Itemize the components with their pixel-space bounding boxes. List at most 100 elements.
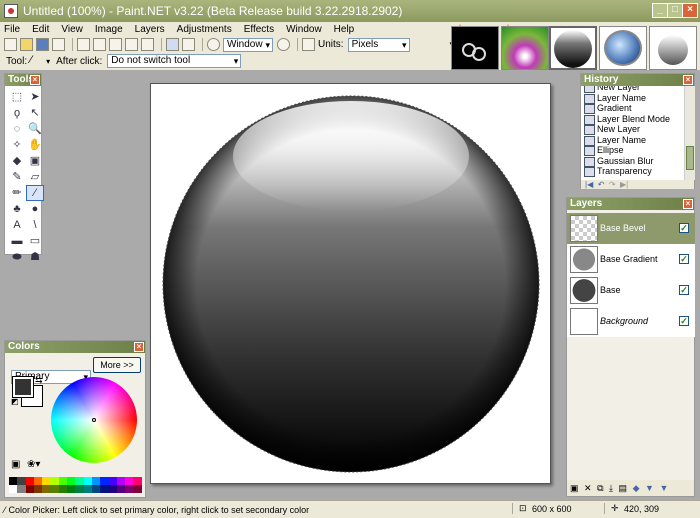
palette-swatch[interactable] — [9, 485, 18, 493]
reset-colors-icon[interactable]: ◩ — [11, 397, 19, 406]
move-layer-up-icon[interactable]: ◆ — [633, 483, 640, 493]
palette-swatch[interactable] — [116, 485, 126, 493]
maximize-button[interactable]: □ — [667, 3, 683, 18]
palette-swatch[interactable] — [100, 477, 109, 485]
thumbnail-rings[interactable] — [451, 26, 499, 70]
add-layer-icon[interactable]: ▣ — [570, 483, 579, 493]
text-tool[interactable]: A — [9, 218, 25, 232]
lasso-select-tool[interactable]: ϙ — [9, 106, 25, 120]
fast-forward-icon[interactable]: ▶| — [620, 180, 628, 189]
more-colors-button[interactable]: More >> — [93, 357, 141, 373]
line-tool[interactable]: \ — [27, 218, 43, 232]
layer-row[interactable]: Background ✓ — [567, 306, 695, 337]
magic-wand-tool[interactable]: ✧ — [9, 138, 25, 152]
thumbnail-burst[interactable] — [501, 26, 549, 70]
palette-swatch[interactable] — [91, 485, 101, 493]
history-item[interactable]: New Layer — [581, 124, 683, 135]
layer-visibility-checkbox[interactable]: ✓ — [679, 285, 689, 295]
palette-swatch[interactable] — [17, 477, 26, 485]
close-icon[interactable]: × — [683, 199, 693, 209]
new-icon[interactable] — [4, 38, 17, 51]
copy-icon[interactable] — [93, 38, 106, 51]
undo-icon[interactable] — [166, 38, 179, 51]
print-icon[interactable] — [52, 38, 65, 51]
palette-swatch[interactable] — [75, 477, 84, 485]
color-picker-icon[interactable]: ⁄ — [30, 54, 43, 68]
palette-swatch[interactable] — [125, 485, 134, 493]
deselect-icon[interactable] — [141, 38, 154, 51]
history-item[interactable]: Gaussian Blur — [581, 156, 683, 166]
menu-help[interactable]: Help — [334, 24, 355, 35]
rewind-icon[interactable]: |◀ — [585, 180, 593, 189]
paint-bucket-tool[interactable]: ◆ — [9, 154, 25, 168]
ellipse-tool[interactable]: ⬬ — [9, 250, 25, 264]
zoom-in-icon[interactable] — [277, 38, 290, 51]
thumbnail-orb[interactable] — [599, 26, 647, 70]
minimize-button[interactable]: _ — [652, 3, 668, 18]
palette-swatch[interactable] — [100, 485, 109, 493]
zoom-combo[interactable]: Window — [223, 37, 273, 52]
palette-swatch[interactable] — [133, 485, 142, 493]
palette-swatch[interactable] — [25, 477, 34, 485]
palette-swatch[interactable] — [116, 477, 126, 485]
palette-swatch[interactable] — [83, 485, 92, 493]
history-scrollbar[interactable] — [684, 86, 695, 180]
add-palette-icon[interactable]: ▣ — [11, 459, 20, 470]
menu-layers[interactable]: Layers — [135, 24, 165, 35]
save-icon[interactable] — [36, 38, 49, 51]
history-item[interactable]: Layer Name — [581, 135, 683, 145]
history-item[interactable]: Ellipse — [581, 145, 683, 156]
redo-icon[interactable]: ↷ — [609, 180, 616, 189]
rectangle-select-tool[interactable]: ⬚ — [9, 90, 25, 104]
crop-icon[interactable] — [125, 38, 138, 51]
layer-row[interactable]: Base ✓ — [567, 275, 695, 306]
palette-swatch[interactable] — [33, 485, 43, 493]
image-canvas[interactable] — [150, 83, 551, 484]
palette-swatch[interactable] — [125, 477, 134, 485]
layer-row[interactable]: Base Gradient ✓ — [567, 244, 695, 275]
move-layer-down-icon[interactable]: ▼ — [645, 483, 654, 493]
palette-swatch[interactable] — [67, 485, 76, 493]
menu-file[interactable]: File — [4, 24, 20, 35]
chevron-down-icon[interactable]: ▾ — [46, 57, 50, 66]
palette-swatch[interactable] — [25, 485, 34, 493]
paintbrush-tool[interactable]: ✎ — [9, 170, 25, 184]
move-selection-tool[interactable]: ➤ — [27, 90, 43, 104]
close-button[interactable]: × — [682, 3, 698, 18]
clone-stamp-tool[interactable]: ♣ — [9, 202, 25, 216]
palette-swatch[interactable] — [50, 477, 59, 485]
color-picker-tool[interactable]: ⁄ — [26, 185, 44, 201]
layer-visibility-checkbox[interactable]: ✓ — [679, 254, 689, 264]
freeform-shape-tool[interactable]: ☗ — [27, 250, 43, 264]
palette-swatch[interactable] — [42, 485, 51, 493]
history-item[interactable]: Transparency — [581, 166, 683, 177]
layer-menu-icon[interactable]: ▼ — [659, 483, 668, 493]
menu-view[interactable]: View — [61, 24, 83, 35]
close-icon[interactable]: × — [683, 75, 693, 85]
after-click-combo[interactable]: Do not switch tool — [107, 54, 242, 68]
pan-tool[interactable]: ✋ — [27, 138, 43, 152]
palette-swatch[interactable] — [50, 485, 59, 493]
close-icon[interactable]: × — [134, 342, 144, 352]
units-combo[interactable]: Pixels — [347, 37, 410, 52]
palette-swatch[interactable] — [83, 477, 92, 485]
color-wheel[interactable] — [51, 377, 137, 463]
layer-visibility-checkbox[interactable]: ✓ — [679, 223, 689, 233]
open-icon[interactable] — [20, 38, 33, 51]
color-palette[interactable] — [9, 477, 143, 493]
rectangle-tool[interactable]: ▬ — [9, 234, 25, 248]
menu-edit[interactable]: Edit — [32, 24, 49, 35]
recolor-tool[interactable]: ● — [27, 202, 43, 216]
close-icon[interactable]: × — [30, 75, 40, 85]
swap-colors-icon[interactable]: ⇆ — [35, 375, 43, 386]
palette-swatch[interactable] — [108, 485, 117, 493]
gradient-tool[interactable]: ▣ — [27, 154, 43, 168]
grid-icon[interactable] — [302, 38, 315, 51]
menu-image[interactable]: Image — [95, 24, 123, 35]
palette-swatch[interactable] — [133, 477, 142, 485]
palette-swatch[interactable] — [33, 477, 43, 485]
redo-icon[interactable] — [182, 38, 195, 51]
delete-layer-icon[interactable]: ✕ — [584, 483, 592, 493]
menu-effects[interactable]: Effects — [244, 24, 274, 35]
layer-properties-icon[interactable]: ▤ — [619, 483, 628, 493]
